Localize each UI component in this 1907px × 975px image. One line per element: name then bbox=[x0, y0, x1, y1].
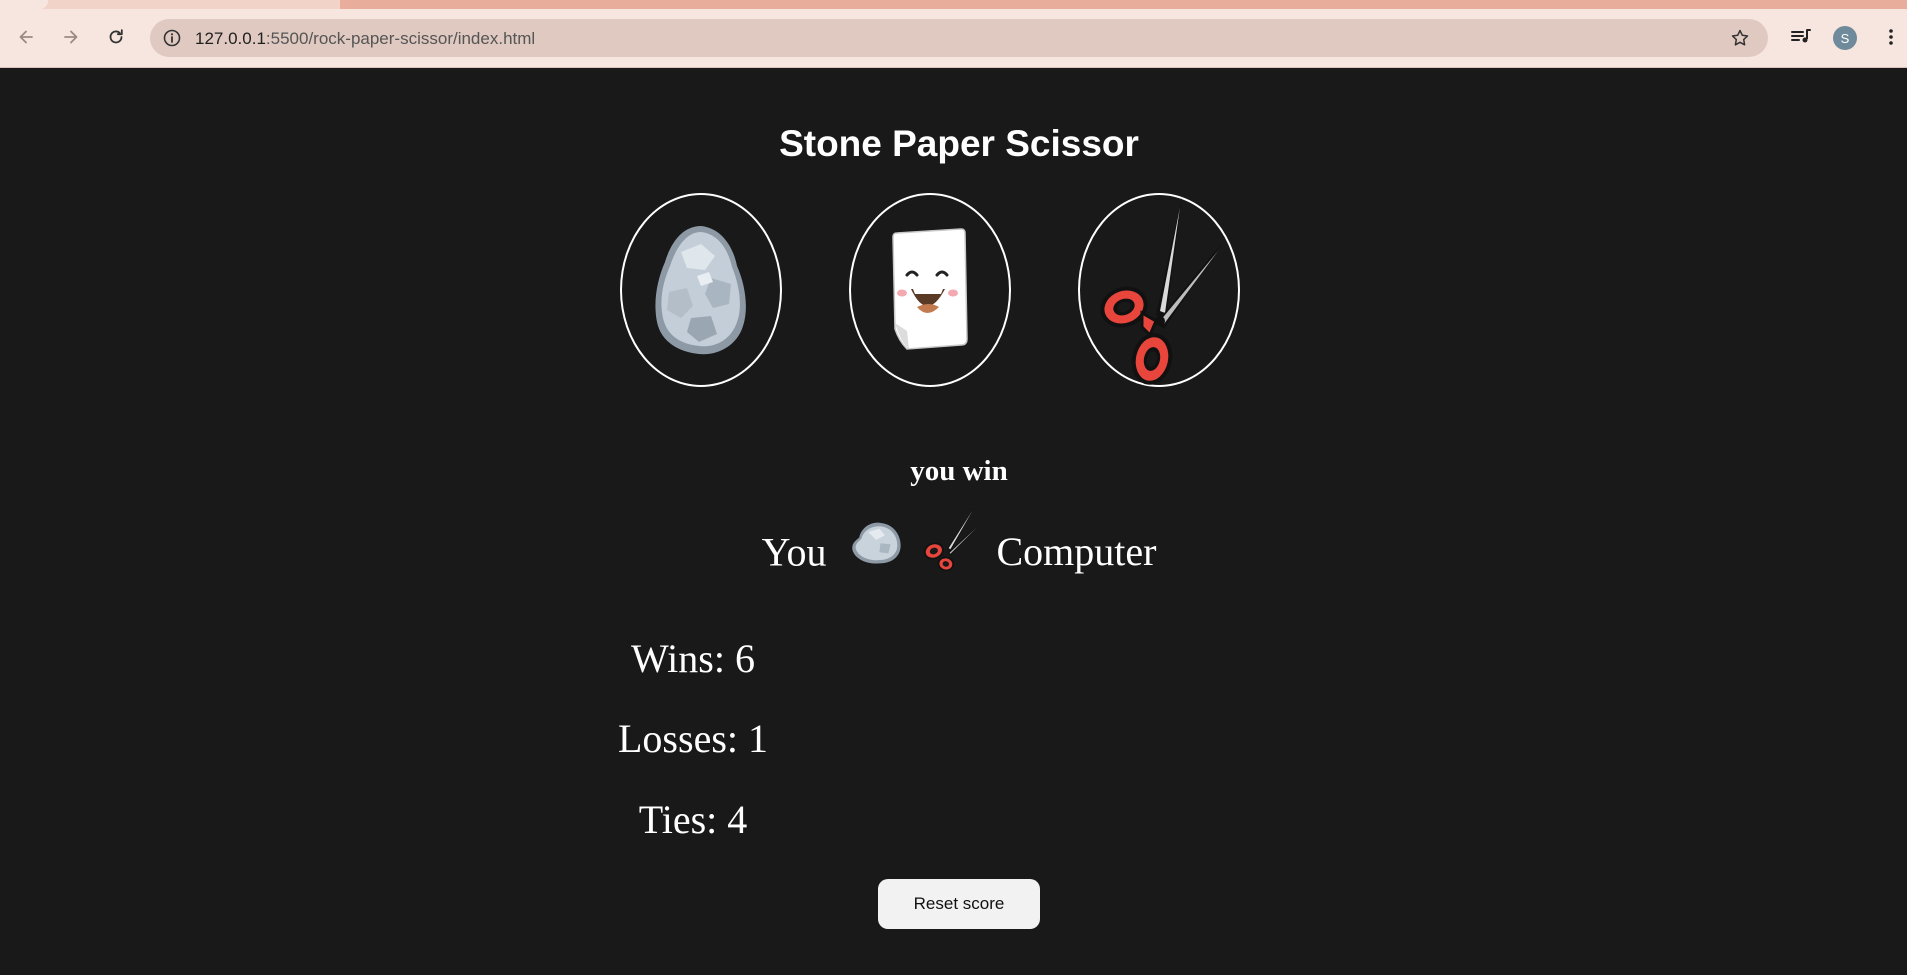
site-info-icon[interactable] bbox=[162, 28, 182, 48]
url-host: 127.0.0.1 bbox=[195, 29, 266, 48]
bookmark-star-icon[interactable] bbox=[1730, 28, 1750, 48]
stone-button[interactable] bbox=[620, 193, 782, 387]
computer-move-scissor-icon bbox=[924, 507, 980, 572]
player-move-stone-icon bbox=[852, 522, 902, 564]
profile-avatar[interactable]: S bbox=[1833, 26, 1857, 50]
media-controls-button[interactable] bbox=[1787, 23, 1815, 51]
tab-strip bbox=[0, 0, 1907, 9]
computer-label: Computer bbox=[996, 529, 1157, 575]
paper-button[interactable] bbox=[849, 193, 1011, 387]
reset-score-button[interactable]: Reset score bbox=[878, 879, 1040, 929]
more-vert-icon bbox=[1889, 29, 1893, 45]
result-text: you win bbox=[910, 455, 1008, 487]
stone-icon bbox=[655, 226, 746, 355]
paper-icon bbox=[892, 228, 968, 350]
you-label: You bbox=[761, 529, 827, 575]
active-tab[interactable] bbox=[0, 0, 48, 9]
back-arrow-icon bbox=[19, 30, 33, 44]
address-bar[interactable]: 127.0.0.1:5500/rock-paper-scissor/index.… bbox=[150, 19, 1768, 57]
ties-count: Ties: 4 bbox=[638, 797, 748, 842]
browser-toolbar: 127.0.0.1:5500/rock-paper-scissor/index.… bbox=[0, 9, 1907, 68]
back-button[interactable] bbox=[12, 23, 40, 51]
url-path: :5500/rock-paper-scissor/index.html bbox=[265, 29, 536, 48]
losses-count: Losses: 1 bbox=[618, 716, 768, 761]
url-text[interactable]: 127.0.0.1:5500/rock-paper-scissor/index.… bbox=[195, 29, 535, 49]
scissor-icon bbox=[1100, 197, 1222, 385]
forward-arrow-icon bbox=[64, 30, 78, 44]
playlist-icon bbox=[1791, 29, 1811, 43]
reload-icon bbox=[109, 29, 123, 44]
wins-count: Wins: 6 bbox=[631, 636, 755, 681]
forward-button[interactable] bbox=[57, 23, 85, 51]
tab-strip-background bbox=[340, 0, 1907, 9]
moves-summary: You Computer bbox=[0, 507, 1907, 575]
scissor-button[interactable] bbox=[1078, 193, 1240, 387]
reload-button[interactable] bbox=[102, 23, 130, 51]
game-page: Stone Paper Scissor you win You Computer… bbox=[0, 69, 1907, 975]
browser-menu-button[interactable] bbox=[1877, 23, 1905, 51]
page-title: Stone Paper Scissor bbox=[779, 123, 1139, 164]
